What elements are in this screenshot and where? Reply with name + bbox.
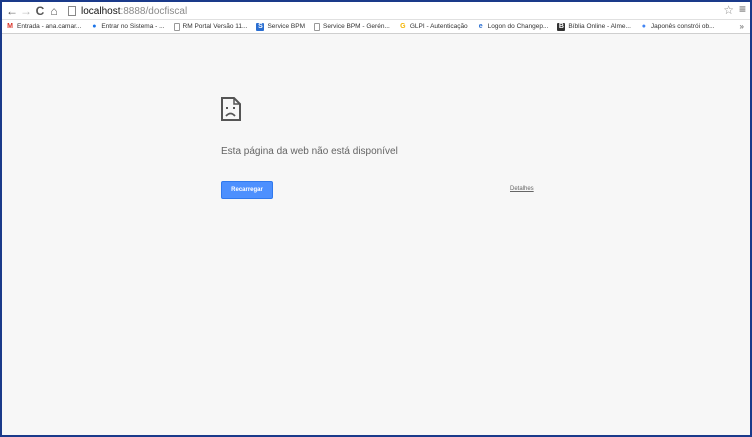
- bible-icon: B: [557, 22, 566, 31]
- url-host: localhost: [81, 5, 121, 17]
- bookmark-label: Service BPM: [267, 23, 306, 30]
- bookmark-item[interactable]: G GLPI - Autenticação: [399, 23, 468, 31]
- bookmark-item[interactable]: RM Portal Versão 11...: [173, 22, 248, 31]
- bookmark-label: Service BPM - Gerén...: [323, 23, 390, 30]
- bookmark-item[interactable]: B Bíblia Online - Alme...: [557, 22, 631, 31]
- more-bookmarks-icon[interactable]: »: [740, 20, 744, 33]
- page-icon: [314, 22, 321, 31]
- reload-icon[interactable]: C: [33, 3, 47, 19]
- sad-page-icon: [221, 97, 241, 121]
- ie-icon: e: [478, 23, 483, 30]
- bookmark-item[interactable]: S Service BPM: [256, 22, 306, 31]
- browser-window: ← → C ⌂ localhost:8888/docfiscal ☆ ≡ M E…: [0, 0, 752, 437]
- page-icon: [173, 22, 180, 31]
- bookmark-item[interactable]: ● Entrar no Sistema - ...: [90, 23, 164, 31]
- reload-button[interactable]: Recarregar: [221, 181, 273, 199]
- bookmarks-bar: M Entrada - ana.camar... ● Entrar no Sis…: [2, 20, 750, 34]
- bookmark-item[interactable]: e Logon do Changep...: [477, 23, 549, 31]
- glpi-icon: G: [400, 23, 406, 30]
- bookmark-label: RM Portal Versão 11...: [182, 23, 248, 30]
- page-icon: [68, 6, 76, 16]
- bookmark-label: GLPI - Autenticação: [409, 23, 468, 30]
- error-page: Esta página da web não está disponível R…: [2, 35, 750, 435]
- forward-icon[interactable]: →: [19, 3, 33, 19]
- bookmark-label: Entrada - ana.camar...: [17, 23, 82, 30]
- bookmark-label: Japonês constrói ob...: [650, 23, 715, 30]
- bookmark-label: Logon do Changep...: [487, 23, 549, 30]
- details-link[interactable]: Detalhes: [510, 186, 534, 192]
- gmail-icon: M: [7, 23, 13, 30]
- browser-toolbar: ← → C ⌂ localhost:8888/docfiscal ☆ ≡: [2, 2, 750, 20]
- bookmark-item[interactable]: ● Japonês constrói ob...: [640, 23, 715, 31]
- bookmark-item[interactable]: M Entrada - ana.camar...: [6, 23, 81, 31]
- service-bpm-icon: S: [256, 22, 265, 31]
- bookmark-label: Entrar no Sistema - ...: [101, 23, 165, 30]
- bookmark-label: Bíblia Online - Alme...: [568, 23, 631, 30]
- bookmark-star-icon[interactable]: ☆: [723, 3, 734, 17]
- news-icon: ●: [641, 23, 646, 30]
- address-bar[interactable]: localhost:8888/docfiscal: [68, 4, 708, 18]
- url-path: :8888/docfiscal: [120, 5, 188, 17]
- home-icon[interactable]: ⌂: [47, 3, 61, 19]
- menu-icon[interactable]: ≡: [739, 2, 746, 16]
- error-title: Esta página da web não está disponível: [221, 146, 398, 157]
- bookmark-item[interactable]: Service BPM - Gerén...: [314, 22, 390, 31]
- site-icon: ●: [92, 23, 97, 30]
- back-icon[interactable]: ←: [5, 3, 19, 19]
